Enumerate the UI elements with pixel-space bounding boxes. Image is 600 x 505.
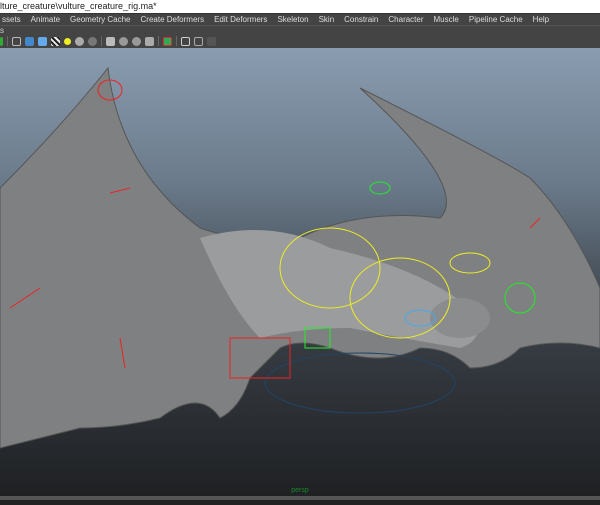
toolbar-handle-icon[interactable] [0, 36, 3, 46]
lights-icon[interactable] [64, 37, 71, 45]
smooth-shade-icon[interactable] [25, 36, 34, 46]
viewport-toolbar: s [0, 25, 600, 48]
viewport-3d[interactable]: persp [0, 48, 600, 500]
xray-active-icon[interactable] [145, 36, 154, 46]
divider [101, 36, 102, 46]
menu-skin[interactable]: Skin [314, 14, 340, 25]
resolution-gate-icon[interactable] [194, 36, 203, 46]
xray-joints-icon[interactable] [132, 36, 141, 46]
selection-highlight-icon[interactable] [163, 36, 172, 46]
menu-skeleton[interactable]: Skeleton [272, 14, 313, 25]
divider [176, 36, 177, 46]
viewport-bottom-border [0, 496, 600, 500]
menu-create-deformers[interactable]: Create Deformers [136, 14, 210, 25]
dragon-model [0, 66, 600, 449]
menu-edit-deformers[interactable]: Edit Deformers [209, 14, 272, 25]
menu-help[interactable]: Help [528, 14, 554, 25]
menu-pipeline-cache[interactable]: Pipeline Cache [464, 14, 528, 25]
xray-icon[interactable] [119, 36, 128, 46]
shading-icon[interactable] [88, 36, 97, 46]
hierarchy-icon[interactable] [207, 36, 216, 46]
camera-label: persp [291, 487, 309, 494]
divider [7, 36, 8, 46]
menu-bar: ssets Animate Geometry Cache Create Defo… [0, 13, 600, 25]
menu-muscle[interactable]: Muscle [429, 14, 464, 25]
camera-icon[interactable] [181, 36, 190, 46]
wireframe-icon[interactable] [12, 36, 21, 46]
panel-menu-label[interactable]: s [0, 26, 4, 35]
isolate-icon[interactable] [106, 36, 115, 46]
shadows-icon[interactable] [75, 36, 84, 46]
window-title: lture_creature\vulture_creature_rig.ma* [0, 0, 600, 13]
wireframe-on-shaded-icon[interactable] [38, 36, 47, 46]
menu-character[interactable]: Character [383, 14, 428, 25]
menu-geometry-cache[interactable]: Geometry Cache [65, 14, 135, 25]
menu-animate[interactable]: Animate [26, 14, 65, 25]
menu-assets[interactable]: ssets [0, 14, 26, 25]
textured-icon[interactable] [51, 36, 60, 46]
menu-constrain[interactable]: Constrain [339, 14, 383, 25]
divider [158, 36, 159, 46]
